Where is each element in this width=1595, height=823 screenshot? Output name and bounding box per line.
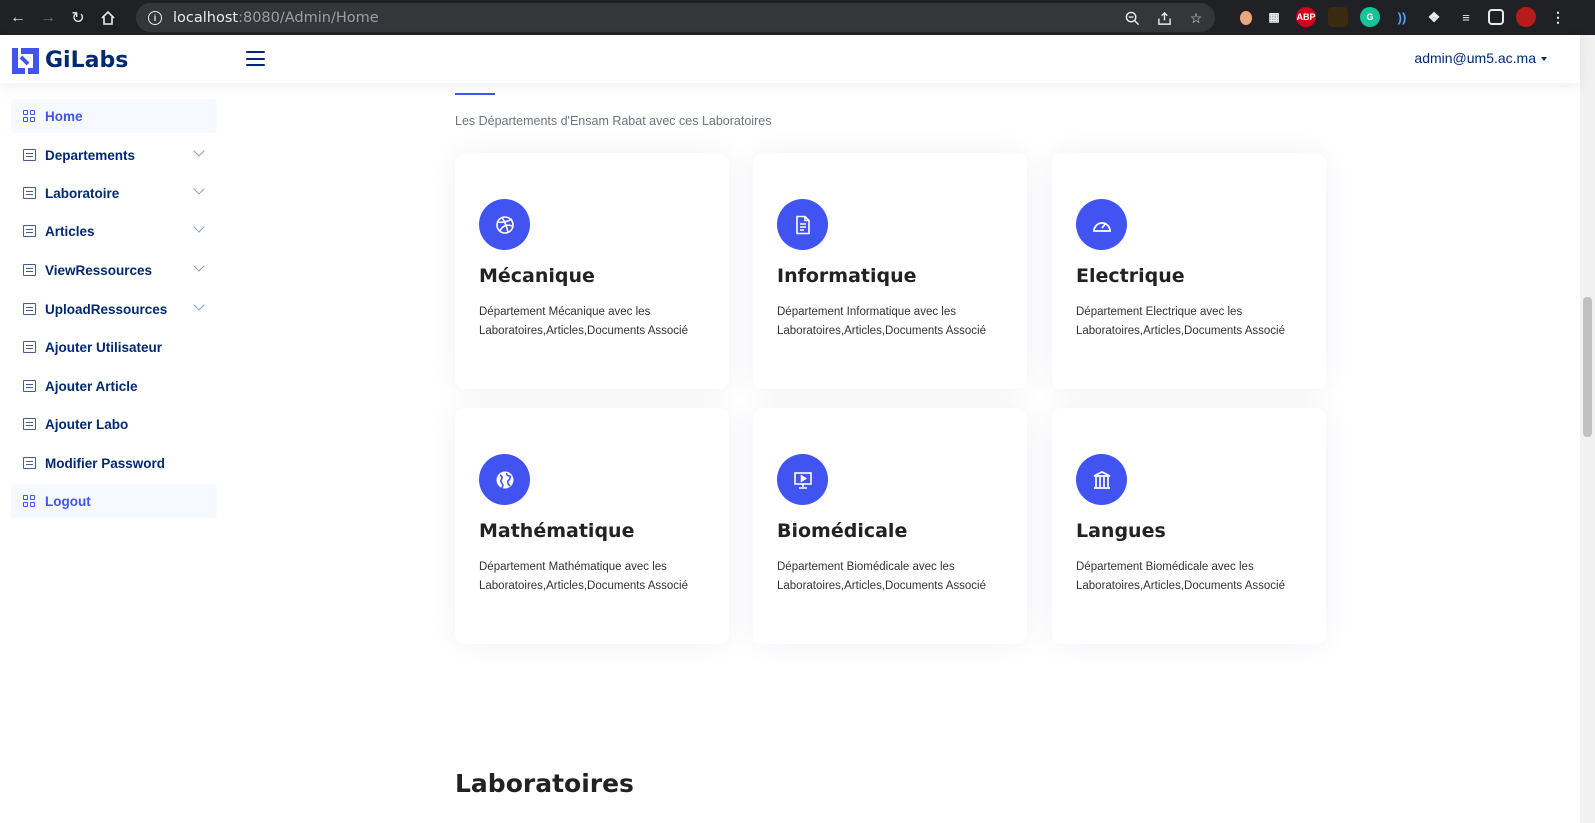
layout-icon [23, 303, 36, 315]
logo-icon [12, 48, 39, 74]
card-title: Mathématique [479, 520, 635, 542]
site-info-icon[interactable]: i [148, 10, 162, 25]
sidebar-item-label: Home [45, 108, 83, 124]
logo-text: GiLabs [45, 47, 129, 73]
sidebar-item-laboratoire[interactable]: Laboratoire [11, 176, 217, 210]
grid-icon [23, 110, 36, 122]
sidebar-item-ajouter-utilisateur[interactable]: Ajouter Utilisateur [11, 330, 217, 364]
card-description: Département Electrique avec les Laborato… [1076, 306, 1286, 337]
sidebar-item-home[interactable]: Home [11, 99, 217, 133]
card-title: Mécanique [479, 265, 595, 287]
card-description: Département Biomédicale avec les Laborat… [777, 561, 987, 592]
section-subtitle: Les Départements d'Ensam Rabat avec ces … [455, 114, 772, 128]
grid-icon [23, 495, 36, 507]
section-title: Laboratoires [455, 769, 634, 798]
chevron-down-icon [193, 260, 205, 272]
audio-extension-icon[interactable]: )) [1392, 7, 1412, 27]
card-description: Département Biomédicale avec les Laborat… [1076, 561, 1286, 592]
sidebar-item-label: Modifier Password [45, 455, 166, 471]
card-description: Département Mécanique avec les Laboratoi… [479, 306, 689, 337]
sidebar-item-label: Ajouter Labo [45, 416, 129, 432]
card-list-icon [23, 341, 36, 353]
side-panel-icon[interactable] [1488, 9, 1504, 25]
extension-icon[interactable] [1328, 7, 1348, 27]
department-card[interactable]: Biomédicale Département Biomédicale avec… [753, 408, 1027, 644]
sidebar-item-label: UploadRessources [45, 301, 168, 317]
forward-icon[interactable]: → [36, 6, 60, 30]
dribbble-icon [479, 199, 530, 250]
sidebar-item-uploadressources[interactable]: UploadRessources [11, 292, 217, 326]
sidebar-item-logout[interactable]: Logout [11, 484, 217, 518]
layout-icon [23, 187, 36, 199]
layout-icon [23, 264, 36, 276]
browser-toolbar: ← → ↻ i localhost:8080/Admin/Home ☆ ▦ AB… [0, 0, 1595, 35]
bookmark-star-icon[interactable]: ☆ [1187, 9, 1205, 27]
card-title: Informatique [777, 265, 917, 287]
app-header: GiLabs admin@um5.ac.ma [0, 35, 1580, 83]
card-description: Département Mathématique avec les Labora… [479, 561, 689, 592]
card-title: Langues [1076, 520, 1166, 542]
menu-kebab-icon[interactable]: ⋮ [1548, 7, 1568, 27]
sidebar-item-label: Articles [45, 223, 95, 239]
department-card[interactable]: Langues Département Biomédicale avec les… [1052, 408, 1326, 644]
bank-icon [1076, 454, 1127, 505]
card-list-icon [23, 418, 36, 430]
sidebar-item-label: Departements [45, 147, 136, 163]
url-text: localhost:8080/Admin/Home [173, 9, 379, 26]
user-dropdown[interactable]: admin@um5.ac.ma [1414, 50, 1547, 66]
adblock-icon[interactable]: ABP [1296, 7, 1316, 27]
card-list-icon [23, 380, 36, 392]
scrollbar-thumb[interactable] [1583, 297, 1592, 437]
grid-extension-icon[interactable]: ▦ [1264, 7, 1284, 27]
sidebar-item-label: Logout [45, 493, 91, 509]
department-card[interactable]: Informatique Département Informatique av… [753, 153, 1027, 389]
sidebar-item-label: ViewRessources [45, 262, 153, 278]
document-icon [777, 199, 828, 250]
sidebar-item-label: Ajouter Article [45, 378, 138, 394]
extensions-puzzle-icon[interactable]: ❖ [1424, 7, 1444, 27]
sidebar-item-viewressources[interactable]: ViewRessources [11, 253, 217, 287]
card-title: Biomédicale [777, 520, 908, 542]
extension-icon[interactable] [1240, 11, 1252, 25]
chevron-down-icon [193, 145, 205, 157]
sidebar-item-departements[interactable]: Departements [11, 138, 217, 172]
easel-icon [777, 454, 828, 505]
speedometer-icon [1076, 199, 1127, 250]
home-icon[interactable] [96, 6, 120, 30]
sidebar-item-ajouter-article[interactable]: Ajouter Article [11, 369, 217, 403]
card-description: Département Informatique avec les Labora… [777, 306, 987, 337]
reload-icon[interactable]: ↻ [66, 6, 90, 30]
grammarly-icon[interactable]: G [1360, 7, 1380, 27]
chevron-down-icon [193, 183, 205, 195]
chevron-down-icon [193, 299, 205, 311]
address-bar[interactable]: i localhost:8080/Admin/Home ☆ [136, 3, 1215, 32]
page-scrollbar[interactable] [1580, 35, 1595, 823]
section-title-underline [455, 93, 495, 95]
department-card[interactable]: Electrique Département Electrique avec l… [1052, 153, 1326, 389]
logo[interactable]: GiLabs [10, 45, 128, 75]
toggle-sidebar-icon[interactable] [246, 51, 265, 66]
chevron-down-icon [193, 221, 205, 233]
sidebar-item-articles[interactable]: Articles [11, 214, 217, 248]
sidebar-item-label: Ajouter Utilisateur [45, 339, 163, 355]
main-content: Les Départements d'Ensam Rabat avec ces … [236, 83, 1580, 823]
card-title: Electrique [1076, 265, 1185, 287]
sidebar-item-label: Laboratoire [45, 185, 120, 201]
department-card[interactable]: Mécanique Département Mécanique avec les… [455, 153, 729, 389]
back-icon[interactable]: ← [6, 6, 30, 30]
department-card[interactable]: Mathématique Département Mathématique av… [455, 408, 729, 644]
sidebar: Home Departements Laboratoire Articles V… [0, 83, 236, 823]
sidebar-item-modifier-password[interactable]: Modifier Password [11, 446, 217, 480]
globe-icon [479, 454, 530, 505]
zoom-icon[interactable] [1123, 9, 1141, 27]
journal-icon [23, 225, 36, 237]
sidebar-item-ajouter-labo[interactable]: Ajouter Labo [11, 407, 217, 441]
profile-avatar[interactable] [1516, 7, 1536, 27]
layout-icon [23, 149, 36, 161]
share-icon[interactable] [1155, 9, 1173, 27]
card-list-icon [23, 457, 36, 469]
reading-list-icon[interactable]: ≡ [1456, 7, 1476, 27]
